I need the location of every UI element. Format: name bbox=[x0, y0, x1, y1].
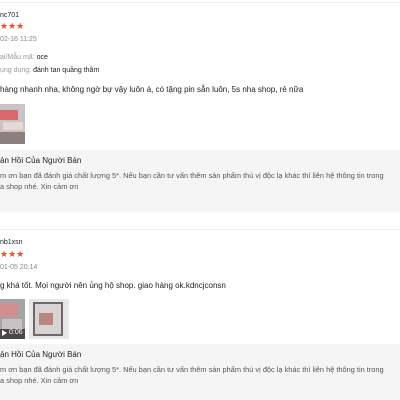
reviewer-username: nb1xsn bbox=[0, 239, 23, 246]
reviews-page: nc701 ★★★ 02-16 11:25 ại/Mẫu mã: oce ụng… bbox=[0, 0, 400, 400]
review-image[interactable] bbox=[0, 104, 25, 144]
rating-stars: ★★★ bbox=[0, 249, 25, 259]
review-video[interactable]: 0:06 bbox=[0, 299, 25, 339]
usage-row: ụng dụng: đánh tan quầng thâm bbox=[0, 67, 99, 74]
variant-row: ại/Mẫu mã: oce bbox=[0, 54, 48, 61]
review-content: g khá tốt. Mọi người nên ủng hộ shop. gi… bbox=[0, 281, 226, 290]
variant-value: oce bbox=[36, 54, 48, 61]
divider bbox=[0, 2, 400, 3]
seller-reply-text-2: a shop nhé. Xin cảm ơn bbox=[0, 182, 79, 191]
seller-reply-title: ản Hồi Của Người Bán bbox=[0, 156, 82, 165]
review-image-graphic bbox=[29, 299, 69, 339]
seller-reply-text: m ơn bạn đã đánh giá chất lượng 5*. Nếu … bbox=[0, 365, 384, 374]
reviewer-username: nc701 bbox=[0, 12, 20, 19]
rating-stars: ★★★ bbox=[0, 21, 25, 31]
divider bbox=[0, 229, 400, 230]
review-content: hàng nhanh nha, không ngờ bự vậy luôn á,… bbox=[0, 85, 304, 94]
seller-reply: ản Hồi Của Người Bán m ơn bạn đã đánh gi… bbox=[0, 150, 400, 212]
play-icon bbox=[2, 330, 7, 336]
review-datetime: 02-16 11:25 bbox=[0, 36, 37, 43]
review-image[interactable] bbox=[29, 299, 69, 339]
variant-label: ại/Mẫu mã: bbox=[0, 54, 35, 61]
seller-reply: ản Hồi Của Người Bán m ơn bạn đã đánh gi… bbox=[0, 344, 400, 400]
review-datetime: 01-05 20:14 bbox=[0, 264, 38, 271]
review-image-graphic bbox=[0, 104, 25, 144]
usage-label: ụng dụng: bbox=[0, 67, 32, 74]
seller-reply-text: m ơn bạn đã đánh giá chất lượng 5*. Nếu … bbox=[0, 171, 384, 180]
seller-reply-title: ản Hồi Của Người Bán bbox=[0, 350, 82, 359]
seller-reply-text-2: a shop nhé. Xin cảm ơn bbox=[0, 376, 79, 385]
video-duration: 0:06 bbox=[9, 329, 23, 336]
usage-value: đánh tan quầng thâm bbox=[33, 67, 100, 74]
